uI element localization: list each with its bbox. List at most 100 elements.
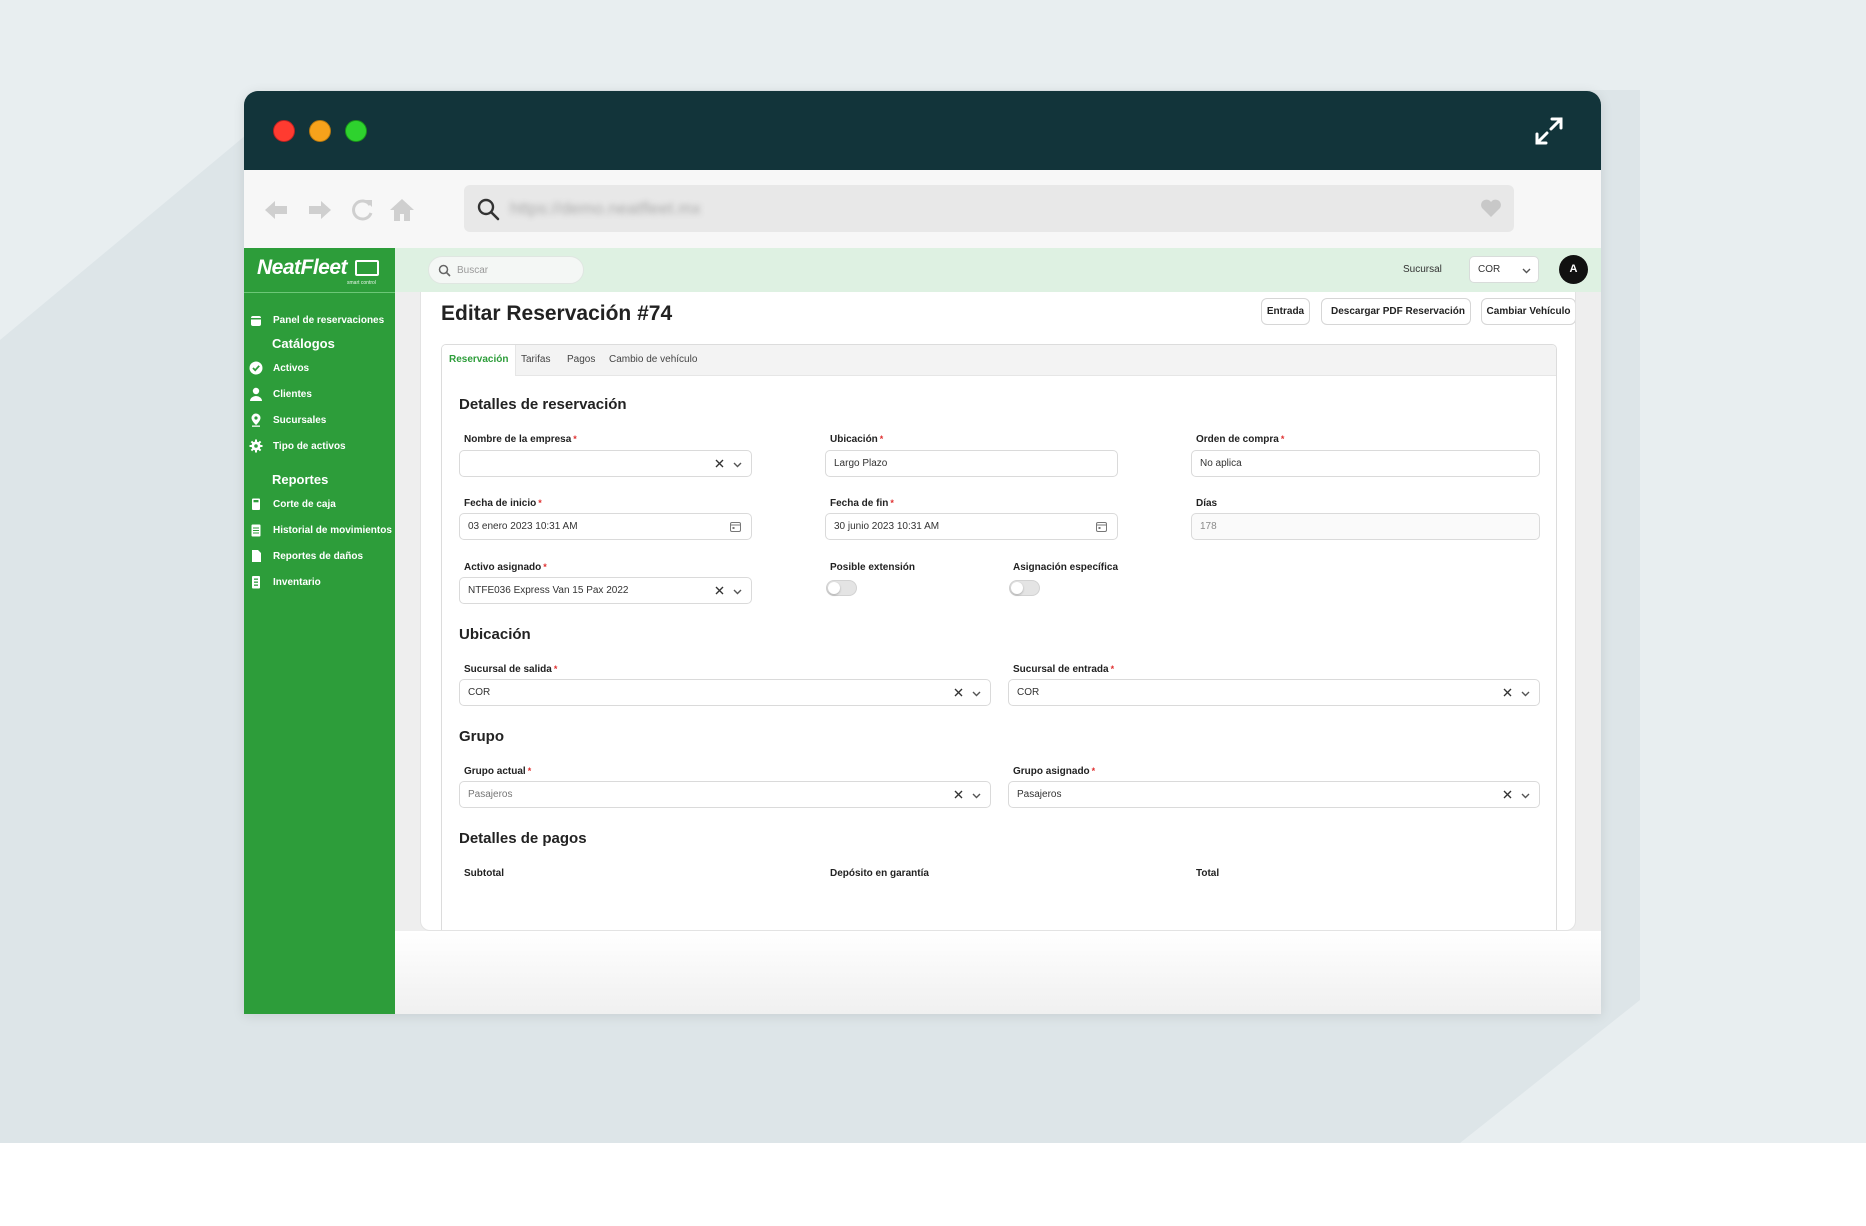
clipboard-icon bbox=[251, 524, 261, 537]
url-text: https://demo.neatfleet.mx bbox=[510, 199, 701, 218]
sucursal-select[interactable]: COR bbox=[1469, 256, 1539, 283]
home-icon[interactable] bbox=[388, 196, 416, 224]
sidebar-item-corte-caja[interactable]: Corte de caja bbox=[244, 493, 395, 515]
tab-tarifas[interactable]: Tarifas bbox=[514, 345, 557, 376]
reload-icon[interactable] bbox=[348, 196, 376, 224]
back-arrow-icon[interactable] bbox=[262, 196, 290, 224]
chevron-down-icon[interactable] bbox=[1521, 791, 1530, 800]
clear-icon[interactable] bbox=[954, 790, 963, 799]
app-topbar: Sucursal COR A bbox=[395, 248, 1601, 292]
clear-icon[interactable] bbox=[954, 688, 963, 697]
asignacion-especifica-toggle[interactable] bbox=[1009, 580, 1040, 596]
clear-icon[interactable] bbox=[1503, 688, 1512, 697]
page-title: Editar Reservación #74 bbox=[441, 302, 673, 325]
chevron-down-icon[interactable] bbox=[733, 587, 742, 596]
sidebar-section-catalogos: Catálogos bbox=[272, 336, 335, 351]
fecha-fin-field[interactable]: 30 junio 2023 10:31 AM bbox=[825, 513, 1118, 540]
entrada-button[interactable]: Entrada bbox=[1261, 298, 1310, 325]
sucursal-salida-label: Sucursal de salida * bbox=[464, 664, 558, 675]
sidebar-item-inventario[interactable]: Inventario bbox=[244, 571, 395, 593]
sidebar-divider bbox=[244, 292, 395, 293]
posible-extension-toggle[interactable] bbox=[826, 580, 857, 596]
sidebar-item-panel-reservaciones[interactable]: Panel de reservaciones bbox=[244, 309, 395, 331]
sidebar-item-label: Historial de movimientos bbox=[273, 524, 392, 536]
url-bar[interactable]: https://demo.neatfleet.mx bbox=[464, 185, 1514, 232]
sucursal-salida-select[interactable]: COR bbox=[459, 679, 991, 706]
search-input[interactable] bbox=[457, 262, 575, 279]
section-detalles-pagos: Detalles de pagos bbox=[459, 830, 587, 847]
posible-extension-label: Posible extensión bbox=[830, 562, 916, 573]
activo-asignado-select[interactable]: NTFE036 Express Van 15 Pax 2022 bbox=[459, 577, 752, 604]
download-pdf-label: Descargar PDF Reservación bbox=[1331, 306, 1465, 317]
empresa-select[interactable] bbox=[459, 450, 752, 477]
minimize-window-button[interactable] bbox=[309, 120, 331, 142]
cambiar-vehiculo-button[interactable]: Cambiar Vehículo bbox=[1481, 298, 1575, 325]
total-label: Total bbox=[1196, 868, 1220, 879]
section-grupo: Grupo bbox=[459, 728, 504, 745]
grupo-asignado-label: Grupo asignado * bbox=[1013, 766, 1096, 777]
orden-compra-field[interactable]: No aplica bbox=[1191, 450, 1540, 477]
activo-asignado-value: NTFE036 Express Van 15 Pax 2022 bbox=[468, 585, 629, 596]
sidebar-item-label: Panel de reservaciones bbox=[273, 314, 385, 326]
orden-compra-label: Orden de compra * bbox=[1196, 434, 1285, 445]
app-logo[interactable]: NeatFleet bbox=[257, 256, 348, 280]
sucursal-entrada-value: COR bbox=[1017, 687, 1040, 698]
logo-tagline: smart control bbox=[347, 280, 376, 286]
empresa-label: Nombre de la empresa * bbox=[464, 434, 577, 445]
tab-reservacion[interactable]: Reservación bbox=[442, 345, 517, 376]
dias-label: Días bbox=[1196, 498, 1218, 509]
location-pin-icon bbox=[251, 413, 261, 427]
download-pdf-button[interactable]: Descargar PDF Reservación bbox=[1321, 298, 1471, 325]
clear-icon[interactable] bbox=[715, 586, 724, 595]
heart-icon[interactable] bbox=[1480, 198, 1502, 218]
sidebar-item-clientes[interactable]: Clientes bbox=[244, 383, 395, 405]
sidebar-item-tipo-activos[interactable]: Tipo de activos bbox=[244, 435, 395, 457]
clear-icon[interactable] bbox=[1503, 790, 1512, 799]
sucursal-entrada-select[interactable]: COR bbox=[1008, 679, 1540, 706]
grupo-asignado-select[interactable]: Pasajeros bbox=[1008, 781, 1540, 808]
fecha-inicio-value: 03 enero 2023 10:31 AM bbox=[468, 521, 578, 532]
fecha-inicio-field[interactable]: 03 enero 2023 10:31 AM bbox=[459, 513, 752, 540]
sidebar-item-label: Reportes de daños bbox=[273, 550, 364, 562]
tab-bar: Reservación Tarifas Pagos Cambio de vehí… bbox=[442, 345, 1556, 376]
avatar[interactable]: A bbox=[1559, 255, 1588, 284]
chevron-down-icon[interactable] bbox=[972, 791, 981, 800]
fecha-inicio-label: Fecha de inicio * bbox=[464, 498, 542, 509]
sidebar-item-historial[interactable]: Historial de movimientos bbox=[244, 519, 395, 541]
search-icon bbox=[438, 264, 451, 277]
sidebar: NeatFleet smart control Panel de reserva… bbox=[244, 248, 395, 1014]
fecha-fin-value: 30 junio 2023 10:31 AM bbox=[834, 521, 940, 532]
search-box bbox=[428, 256, 584, 284]
browser-navbar: https://demo.neatfleet.mx bbox=[244, 170, 1601, 250]
tab-cambio-vehiculo[interactable]: Cambio de vehículo bbox=[602, 345, 704, 376]
check-circle-icon bbox=[249, 361, 263, 375]
section-ubicacion: Ubicación bbox=[459, 626, 531, 643]
sidebar-item-sucursales[interactable]: Sucursales bbox=[244, 409, 395, 431]
expand-icon[interactable] bbox=[1533, 115, 1565, 147]
tab-pagos[interactable]: Pagos bbox=[560, 345, 602, 376]
clear-icon[interactable] bbox=[715, 459, 724, 468]
chevron-down-icon[interactable] bbox=[733, 460, 742, 469]
logo-mark-icon bbox=[355, 260, 379, 276]
grupo-actual-label: Grupo actual * bbox=[464, 766, 532, 777]
dias-field: 178 bbox=[1191, 513, 1540, 540]
calendar-icon[interactable] bbox=[1095, 520, 1108, 533]
gear-icon bbox=[249, 439, 263, 453]
close-window-button[interactable] bbox=[273, 120, 295, 142]
browser-window: https://demo.neatfleet.mx NeatFleet smar… bbox=[244, 91, 1601, 1014]
chevron-down-icon[interactable] bbox=[972, 689, 981, 698]
sidebar-item-activos[interactable]: Activos bbox=[244, 357, 395, 379]
app-area: Sucursal COR A Editar Reservación #74 En… bbox=[395, 248, 1601, 1014]
content-bottom-fade bbox=[395, 931, 1601, 1014]
grupo-actual-value: Pasajeros bbox=[468, 789, 513, 800]
maximize-window-button[interactable] bbox=[345, 120, 367, 142]
chevron-down-icon[interactable] bbox=[1521, 689, 1530, 698]
sidebar-item-reportes-danos[interactable]: Reportes de daños bbox=[244, 545, 395, 567]
reservation-card: Reservación Tarifas Pagos Cambio de vehí… bbox=[441, 344, 1557, 930]
search-icon bbox=[477, 198, 500, 221]
grupo-actual-select[interactable]: Pasajeros bbox=[459, 781, 991, 808]
toggle-knob bbox=[828, 582, 840, 594]
forward-arrow-icon[interactable] bbox=[306, 196, 334, 224]
ubicacion-field[interactable]: Largo Plazo bbox=[825, 450, 1118, 477]
calendar-icon[interactable] bbox=[729, 520, 742, 533]
